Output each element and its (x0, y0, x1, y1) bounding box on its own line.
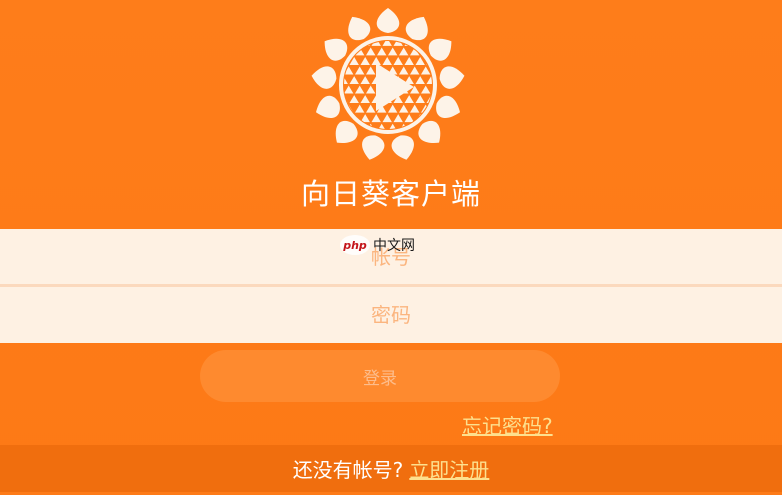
register-prompt: 还没有帐号? (292, 458, 404, 482)
register-link[interactable]: 立即注册 (409, 458, 489, 482)
password-input[interactable] (0, 287, 782, 343)
mosaic-triangle (432, 28, 441, 36)
mosaic-triangle (449, 133, 458, 141)
sunflower-play-icon (311, 8, 468, 160)
register-footer: 还没有帐号? 立即注册 (0, 445, 782, 492)
mosaic-triangle (454, 143, 463, 151)
mosaic-triangle (333, 28, 342, 36)
mosaic-triangle (460, 133, 468, 141)
php-watermark-logo: php 中文网 (340, 235, 415, 255)
mosaic-triangle (454, 28, 463, 36)
mosaic-triangle (344, 114, 348, 123)
mosaic-triangle (432, 143, 441, 151)
mosaic-triangle (443, 28, 452, 36)
petal (391, 135, 414, 160)
login-screen: 向日葵客户端 登录 忘记密码? 还没有帐号?立即注册 php 中文网 (0, 0, 782, 492)
mosaic-triangle (460, 38, 468, 46)
mosaic-triangle (449, 57, 458, 65)
mosaic-triangle (460, 114, 468, 122)
mosaic-triangle (460, 57, 468, 65)
watermark-text: 中文网 (373, 238, 415, 254)
mosaic-triangle (454, 124, 463, 132)
mosaic-triangle (443, 124, 452, 132)
mosaic-triangle (328, 133, 337, 141)
app-title: 向日葵客户端 (300, 177, 481, 211)
mosaic-triangle (421, 143, 430, 151)
petal (376, 8, 400, 33)
mosaic-triangle (344, 143, 353, 151)
mosaic-triangle (333, 143, 342, 151)
petal (439, 66, 465, 89)
mosaic-triangle (454, 47, 463, 55)
watermark: php 中文网 (339, 233, 435, 257)
petal (311, 66, 337, 89)
watermark-brand: php (342, 239, 367, 252)
mosaic-triangle (443, 143, 452, 151)
petal (362, 135, 385, 160)
forgot-password-link[interactable]: 忘记密码? (462, 410, 553, 439)
mosaic-triangle (322, 143, 331, 151)
mosaic-triangle (322, 124, 331, 132)
login-button[interactable]: 登录 (200, 350, 560, 402)
mosaic-triangle (322, 28, 331, 36)
mosaic-triangle (460, 95, 468, 103)
